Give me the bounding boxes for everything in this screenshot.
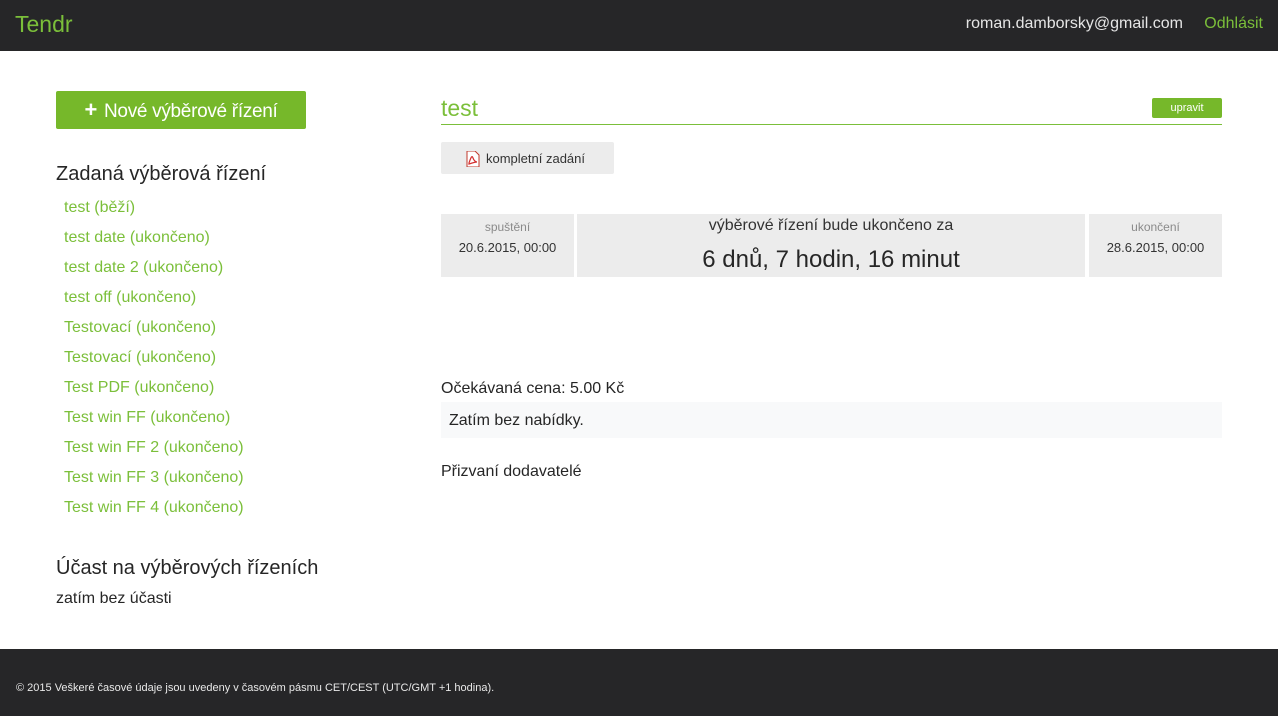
list-item: Test win FF (ukončeno) — [64, 408, 244, 438]
logout-link[interactable]: Odhlásit — [1204, 15, 1263, 33]
list-item: test off (ukončeno) — [64, 288, 244, 318]
tender-list: test (běží) test date (ukončeno) test da… — [64, 198, 244, 528]
tender-title: test — [441, 95, 479, 121]
pdf-icon — [466, 151, 480, 167]
countdown-value: 6 dnů, 7 hodin, 16 minut — [702, 246, 960, 273]
footer: © 2015 Veškeré časové údaje jsou uvedeny… — [0, 649, 1278, 716]
document-button-label: kompletní zadání — [486, 151, 586, 166]
list-item: Test PDF (ukončeno) — [64, 378, 244, 408]
offers-empty-text: Zatím bez nabídky. — [449, 412, 584, 429]
tender-link[interactable]: Test win FF 4 (ukončeno) — [64, 499, 244, 516]
assigned-tenders-title: Zadaná výběrová řízení — [56, 163, 267, 185]
tender-link[interactable]: test off (ukončeno) — [64, 289, 196, 306]
list-item: Testovací (ukončeno) — [64, 318, 244, 348]
tender-link[interactable]: test (běží) — [64, 199, 135, 216]
tender-link[interactable]: Test win FF 2 (ukončeno) — [64, 439, 244, 456]
start-box: spuštění 20.6.2015, 00:00 — [441, 214, 574, 277]
tender-link[interactable]: test date (ukončeno) — [64, 229, 210, 246]
participation-empty: zatím bez účasti — [56, 590, 172, 607]
participation-title: Účast na výběrových řízeních — [56, 557, 319, 579]
list-item: test (běží) — [64, 198, 244, 228]
title-divider — [441, 124, 1222, 125]
countdown-box: výběrové řízení bude ukončeno za 6 dnů, … — [577, 214, 1085, 277]
tender-link[interactable]: Test win FF 3 (ukončeno) — [64, 469, 244, 486]
document-button[interactable]: kompletní zadání — [441, 142, 614, 174]
list-item: test date 2 (ukončeno) — [64, 258, 244, 288]
edit-button[interactable]: upravit — [1152, 98, 1222, 118]
user-email: roman.damborsky@gmail.com — [965, 15, 1183, 32]
footer-text: © 2015 Veškeré časové údaje jsou uvedeny… — [16, 682, 495, 694]
list-item: Test win FF 3 (ukončeno) — [64, 468, 244, 498]
end-label: ukončení — [1131, 220, 1180, 234]
offers-box: Zatím bez nabídky. — [441, 402, 1222, 438]
tender-link[interactable]: test date 2 (ukončeno) — [64, 259, 223, 276]
top-navbar: Tendr roman.damborsky@gmail.com Odhlásit — [0, 0, 1278, 51]
plus-icon: + — [84, 97, 98, 122]
suppliers-title: Přizvaní dodavatelé — [441, 463, 582, 480]
brand-logo[interactable]: Tendr — [15, 11, 73, 38]
end-date: 28.6.2015, 00:00 — [1106, 240, 1205, 255]
list-item: Test win FF 4 (ukončeno) — [64, 498, 244, 528]
start-date: 20.6.2015, 00:00 — [458, 240, 557, 255]
list-item: test date (ukončeno) — [64, 228, 244, 258]
end-box: ukončení 28.6.2015, 00:00 — [1089, 214, 1222, 277]
list-item: Testovací (ukončeno) — [64, 348, 244, 378]
new-tender-button[interactable]: + Nové výběrové řízení — [56, 91, 306, 129]
tender-link[interactable]: Testovací (ukončeno) — [64, 319, 216, 336]
tender-link[interactable]: Testovací (ukončeno) — [64, 349, 216, 366]
tender-link[interactable]: Test PDF (ukončeno) — [64, 379, 214, 396]
new-tender-button-label: Nové výběrové řízení — [104, 101, 278, 122]
list-item: Test win FF 2 (ukončeno) — [64, 438, 244, 468]
tender-link[interactable]: Test win FF (ukončeno) — [64, 409, 230, 426]
expected-price: Očekávaná cena: 5.00 Kč — [441, 380, 625, 397]
start-label: spuštění — [484, 220, 531, 234]
countdown-label: výběrové řízení bude ukončeno za — [708, 217, 954, 234]
